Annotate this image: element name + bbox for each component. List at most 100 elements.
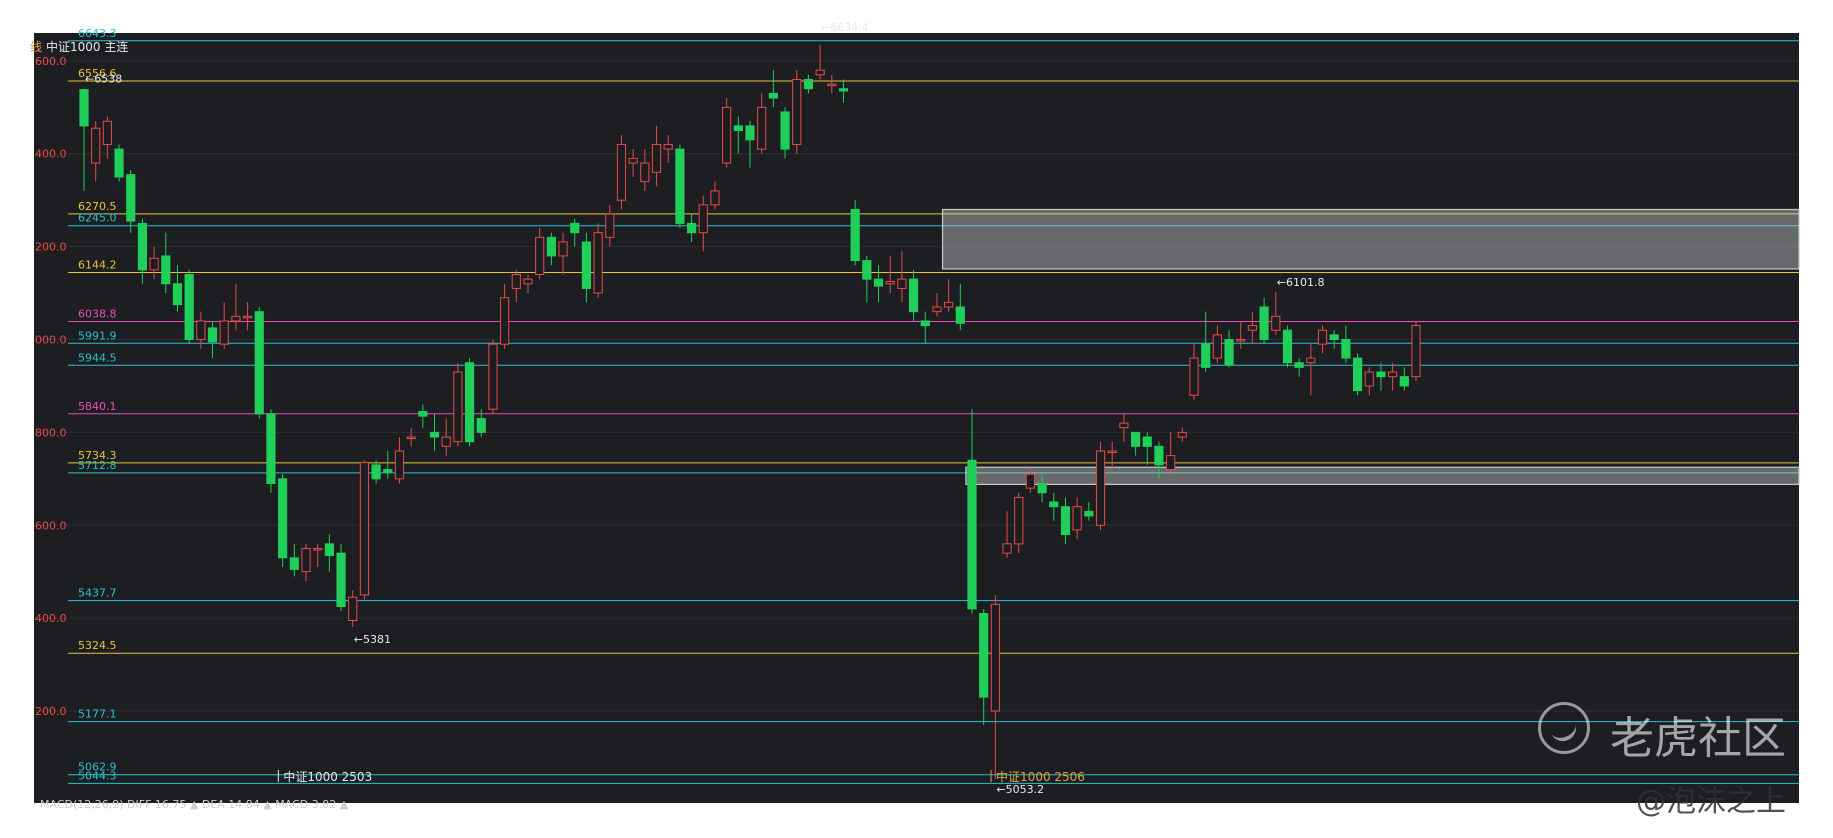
candle-body [429, 431, 440, 438]
candle-body [207, 327, 218, 343]
candle-body [733, 125, 743, 132]
candle [1411, 320, 1421, 382]
candle-body [897, 278, 907, 289]
candle-body [686, 222, 697, 234]
candle-body [1060, 506, 1071, 536]
candle-body [1037, 482, 1047, 494]
candle-body [1329, 334, 1339, 341]
y-tick-label: 600.0 [35, 519, 67, 532]
candle-body [1282, 329, 1293, 364]
candle-body [488, 343, 498, 410]
candle-body [593, 232, 603, 294]
candle-body [79, 89, 89, 127]
candle-body [838, 88, 849, 92]
level-label: 6643.3 [78, 27, 117, 40]
candle-body [464, 362, 475, 443]
candle-body [570, 222, 580, 234]
candle-body [359, 462, 370, 596]
price-annotation: ←6101.8 [1277, 276, 1325, 289]
level-label: 5944.5 [78, 351, 117, 364]
header-prefix: 线 [30, 40, 42, 54]
watermark-brand: 老虎社区 [1610, 713, 1786, 764]
candle-body [546, 236, 556, 257]
candle-body [278, 478, 288, 559]
candle [675, 144, 685, 229]
candle-body [1271, 315, 1281, 331]
candle-body [815, 69, 825, 76]
candle-body [651, 143, 662, 173]
candle-body [944, 301, 954, 308]
candle [453, 362, 463, 447]
candle-body [908, 278, 919, 313]
candle-body [1294, 362, 1304, 368]
candle [1352, 353, 1363, 396]
candle-body [1247, 325, 1258, 331]
candle-body [1014, 496, 1024, 545]
candle-body [406, 436, 416, 440]
candle-body [242, 315, 253, 319]
watermark-user: @泡沫之上 [1636, 784, 1786, 819]
candle-body [371, 464, 381, 480]
candle-body [558, 241, 568, 257]
level-label: 5840.1 [78, 400, 117, 413]
y-tick-label: 200.0 [35, 705, 67, 718]
candle-body [1259, 306, 1269, 341]
candle-body [757, 106, 767, 150]
candle-body [231, 315, 241, 322]
contract-label: 中证1000 2503 [283, 769, 372, 784]
candle-body [628, 157, 638, 164]
price-annotation: ←5053.2 [996, 783, 1044, 796]
candle-body [663, 143, 673, 150]
price-annotation: ←6538 [85, 73, 122, 86]
candle [359, 460, 370, 600]
candle-body [453, 371, 463, 443]
level-label: 5991.9 [78, 329, 117, 342]
candle-body [1201, 343, 1211, 368]
candle-body [91, 127, 101, 164]
candle [1095, 441, 1106, 530]
candle [792, 70, 802, 154]
candle-body [500, 297, 510, 345]
price-zone [941, 208, 1800, 270]
candle-body [745, 125, 755, 141]
candle-body [1177, 431, 1187, 438]
y-tick-label: 800.0 [35, 426, 67, 439]
candle-body [336, 552, 346, 608]
candle-body [301, 548, 311, 573]
candle-body [511, 273, 521, 289]
candle-body [873, 278, 884, 287]
candle-body [137, 222, 148, 271]
candle-body [780, 111, 790, 150]
candle-body [1119, 422, 1129, 429]
header-symbol[interactable]: 中证1000 主连 [46, 39, 128, 54]
candle-body [324, 543, 334, 556]
candle-body [126, 174, 136, 222]
candle-body [441, 436, 451, 447]
candle-body [990, 603, 1000, 712]
candle-body [1236, 339, 1246, 342]
candle-body [1002, 543, 1012, 554]
candle-body [394, 450, 405, 480]
candle-body [196, 320, 206, 341]
price-annotation: ←5381 [354, 633, 391, 646]
candle-body [698, 204, 708, 234]
candle-body [289, 557, 299, 570]
candle-body [979, 613, 989, 698]
candle-body [1388, 371, 1398, 378]
candle-body [114, 148, 124, 178]
y-tick-label: 000.0 [35, 334, 67, 347]
candle-body [920, 320, 930, 327]
candle-body [675, 148, 685, 224]
level-label: 6144.2 [78, 259, 117, 272]
candle-body [1142, 436, 1152, 447]
candle-body [1154, 445, 1164, 466]
candle-body [476, 417, 486, 433]
candle-body [102, 120, 112, 145]
y-tick-label: 400.0 [35, 148, 67, 161]
candle-body [1084, 510, 1094, 517]
candle-body [768, 92, 778, 99]
candle-body [1166, 455, 1176, 471]
candle-body [172, 283, 183, 306]
candle [616, 135, 627, 210]
candle-body [1364, 371, 1374, 387]
